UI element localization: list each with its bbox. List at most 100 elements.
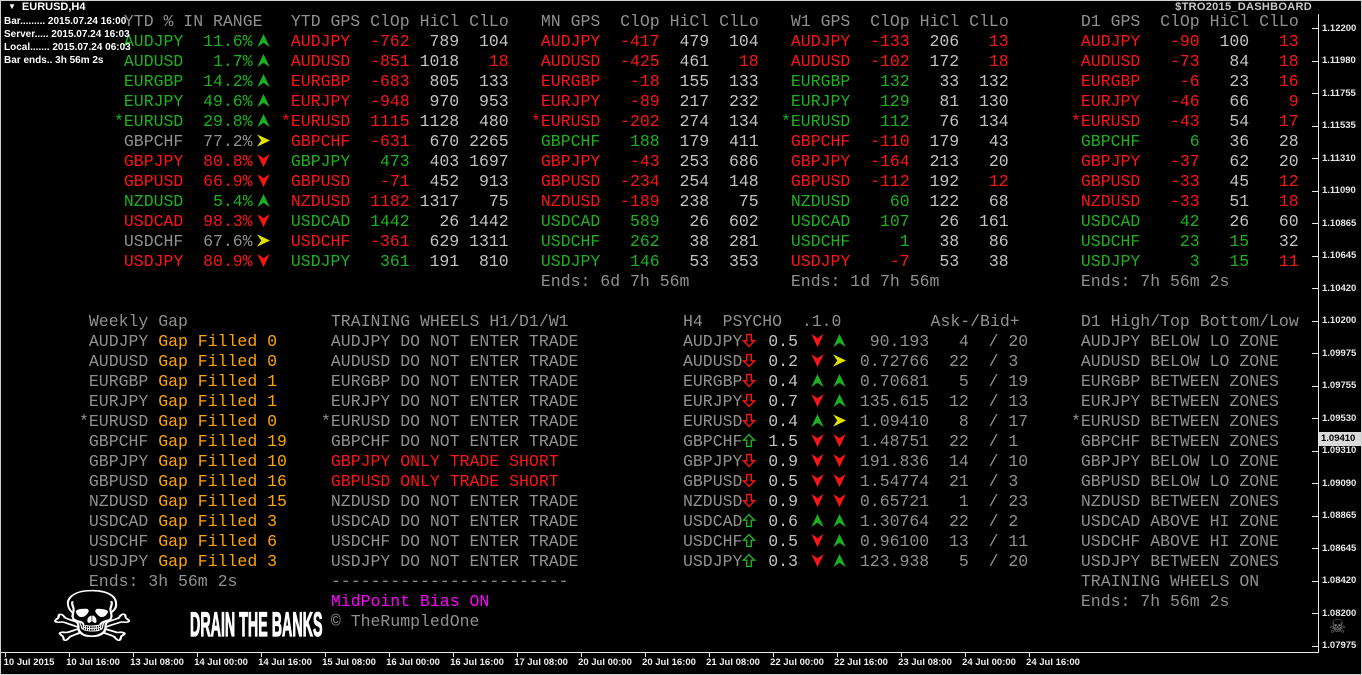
trend-up-icon xyxy=(832,393,846,408)
pair-label: NZDUSD xyxy=(1080,492,1141,511)
pair-label: USDCAD xyxy=(683,512,743,531)
table-row: AUDJPY -90 100 13 xyxy=(1071,32,1299,52)
clop-value: -112 xyxy=(870,172,910,191)
table-row: USDCHF 23 15 32 xyxy=(1071,232,1299,252)
gap-status: Gap Filled 0 xyxy=(148,412,278,431)
pair-label: AUDJPY xyxy=(290,32,351,51)
star-marker xyxy=(281,132,291,152)
trend-down-icon xyxy=(810,393,824,408)
clop-value: -102 xyxy=(870,52,910,71)
pair-label: USDJPY xyxy=(683,552,743,571)
pair-label: EURJPY xyxy=(1080,92,1141,111)
hicl-value: 254 xyxy=(679,172,710,191)
star-marker xyxy=(1071,492,1081,512)
section-header: YTD % IN RANGE xyxy=(123,12,263,31)
trend-down-icon xyxy=(832,433,846,448)
hicl-value: 452 xyxy=(429,172,460,191)
price-tick xyxy=(1312,353,1318,354)
clop-value: 107 xyxy=(879,212,910,231)
level-down-icon xyxy=(742,393,757,408)
range-pct: 5.4% xyxy=(212,192,253,211)
branding-text: DRAIN THE BANKS xyxy=(190,606,323,644)
star-marker xyxy=(1071,12,1081,32)
trend-up-icon xyxy=(832,513,846,528)
psycho-arrow-2 xyxy=(828,432,850,452)
section-training-wheels: TRAINING WHEELS H1/D1/W1 AUDJPY DO NOT E… xyxy=(321,312,578,632)
table-row: EURJPY -89 217 232 xyxy=(531,92,759,112)
pair-label: GBPJPY xyxy=(88,452,149,471)
psycho-arrow-1 xyxy=(806,392,828,412)
pair-price: 123.938 xyxy=(859,552,930,571)
pair-label: EURGBP xyxy=(1080,372,1141,391)
star-marker xyxy=(1071,32,1081,52)
star-marker xyxy=(531,92,541,112)
section-header: TRAINING WHEELS H1/D1/W1 xyxy=(330,312,569,331)
table-row: GBPUSD Gap Filled 16 xyxy=(79,472,287,492)
ask-count: 4 xyxy=(958,332,969,351)
ask-bid-slash: / xyxy=(978,552,1009,571)
section-gps-ytd: YTD GPS ClOp HiCl ClLo AUDJPY -762 789 104 … xyxy=(281,12,509,272)
collapse-indicator-icon[interactable]: ▼ xyxy=(8,2,16,11)
trend-up-icon xyxy=(832,373,846,388)
pair-label: USDCHF xyxy=(683,532,743,551)
table-row: EURUSD 0.4 1.09410 8 / 17 xyxy=(683,412,1028,432)
trade-advice: DO NOT ENTER TRADE xyxy=(390,352,579,371)
psycho-level: 0.9 xyxy=(768,452,798,471)
chart-symbol-period: EURUSD,H4 xyxy=(21,1,86,13)
hicl-value: 155 xyxy=(679,72,710,91)
star-marker xyxy=(1071,152,1081,172)
psycho-arrow-1 xyxy=(806,352,828,372)
pair-price: 0.70681 xyxy=(859,372,930,391)
psycho-arrow-1 xyxy=(806,372,828,392)
star-marker xyxy=(531,12,541,32)
trend-up-icon xyxy=(257,33,270,48)
star-marker xyxy=(114,212,124,232)
pair-label: EURUSD xyxy=(330,412,391,431)
psycho-level: 0.4 xyxy=(768,412,798,431)
cllo-value: 11 xyxy=(1278,252,1299,271)
star-marker xyxy=(321,472,331,492)
pair-label: GBPCHF xyxy=(88,432,149,451)
star-marker xyxy=(1071,252,1081,272)
table-row: AUDUSD -73 84 18 xyxy=(1071,52,1299,72)
star-marker xyxy=(281,232,291,252)
trade-advice: DO NOT ENTER TRADE xyxy=(390,552,579,571)
pair-label: NZDUSD xyxy=(790,192,851,211)
hicl-value: 479 xyxy=(679,32,710,51)
pair-label: USDCAD xyxy=(88,512,149,531)
table-row: NZDUSD 5.4% xyxy=(114,192,275,212)
trend-down-icon xyxy=(257,153,270,168)
range-pct: 49.6% xyxy=(203,92,253,111)
price-tick xyxy=(1312,580,1318,582)
table-row: EURGBP Gap Filled 1 xyxy=(79,372,287,392)
table-row: USDCAD Gap Filled 3 xyxy=(79,512,287,532)
pair-price: 0.72766 xyxy=(859,352,930,371)
section-weekly-gap: Weekly Gap AUDJPY Gap Filled 0 AUDUSD Ga… xyxy=(79,312,287,592)
table-row: *EURUSD 29.8% xyxy=(114,112,275,132)
table-row: AUDUSD -102 172 18 xyxy=(781,52,1009,72)
level-down-icon xyxy=(742,413,757,428)
midpoint-bias-status: MidPoint Bias ON xyxy=(330,592,490,611)
table-row: USDCHF 1 38 86 xyxy=(781,232,1009,252)
table-row: MidPoint Bias ON xyxy=(321,592,578,612)
clop-value: 42 xyxy=(1179,212,1200,231)
hicl-value: 192 xyxy=(929,172,960,191)
star-marker xyxy=(1071,372,1081,392)
pair-label: GBPUSD xyxy=(88,472,149,491)
hicl-value: 461 xyxy=(679,52,710,71)
chart-info-lines: Bar......... 2015.07.24 16:00 Server.....… xyxy=(4,15,131,67)
trend-up-icon xyxy=(257,93,270,108)
trend-arrow xyxy=(253,52,275,72)
psycho-arrow-1 xyxy=(806,512,828,532)
pair-label: GBPUSD xyxy=(1080,172,1141,191)
pair-label: GBPJPY xyxy=(540,152,601,171)
psycho-arrow-1 xyxy=(806,472,828,492)
table-row: NZDUSD BETWEEN ZONES xyxy=(1071,492,1299,512)
table-row: EURJPY 49.6% xyxy=(114,92,275,112)
gap-status: Gap Filled 1 xyxy=(148,392,278,411)
pair-label: AUDUSD xyxy=(330,352,391,371)
pair-label: EURUSD xyxy=(1080,412,1141,431)
